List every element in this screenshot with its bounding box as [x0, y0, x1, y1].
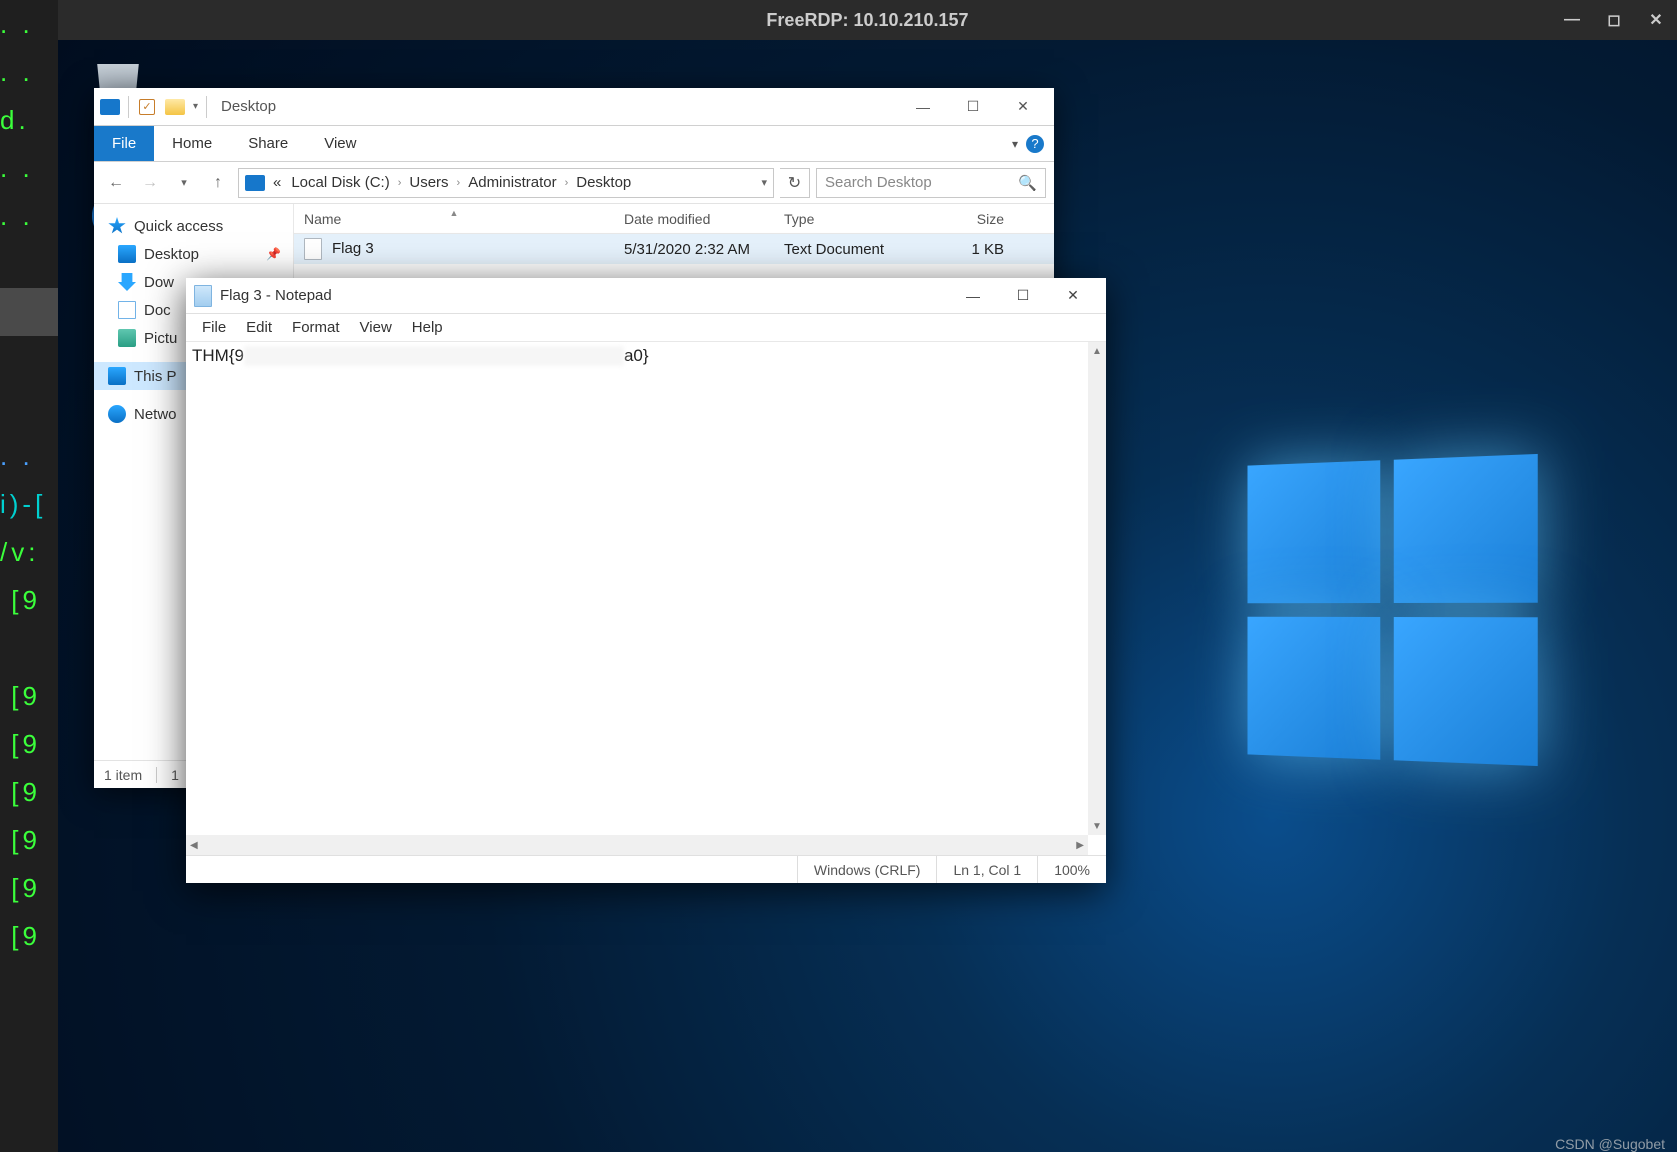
notepad-close-icon[interactable]: ✕ — [1048, 279, 1098, 313]
help-icon[interactable]: ? — [1026, 135, 1044, 153]
content-suffix: a0} — [624, 346, 649, 365]
qat-folder-icon[interactable] — [165, 97, 185, 117]
explorer-close-icon[interactable]: ✕ — [998, 89, 1048, 125]
search-icon: 🔍 — [1018, 174, 1037, 192]
col-size[interactable]: Size — [924, 211, 1014, 227]
close-icon[interactable]: ✕ — [1635, 0, 1677, 40]
menu-edit[interactable]: Edit — [236, 316, 282, 339]
column-headers: ▲Name Date modified Type Size — [294, 204, 1054, 234]
scrollbar-vertical[interactable]: ▲▼ — [1088, 342, 1106, 835]
explorer-title: Desktop — [221, 98, 276, 115]
sort-asc-icon: ▲ — [450, 208, 459, 218]
col-date[interactable]: Date modified — [614, 211, 774, 227]
minimize-icon[interactable]: — — [1551, 0, 1593, 40]
qat-dropdown-icon[interactable]: ▾ — [193, 101, 198, 112]
tab-view[interactable]: View — [306, 126, 374, 161]
col-type[interactable]: Type — [774, 211, 924, 227]
status-encoding: Windows (CRLF) — [797, 856, 937, 883]
thispc-icon — [100, 97, 120, 117]
tab-share[interactable]: Share — [230, 126, 306, 161]
pin-icon: 📌 — [266, 247, 281, 261]
status-cursor-pos: Ln 1, Col 1 — [936, 856, 1037, 883]
content-prefix: THM{9 — [192, 346, 244, 365]
crumb-drive[interactable]: Local Disk (C:) — [289, 174, 391, 191]
freerdp-titlebar[interactable]: FreeRDP: 10.10.210.157 — ◻ ✕ — [58, 0, 1677, 40]
search-placeholder: Search Desktop — [825, 174, 932, 191]
crumb-users[interactable]: Users — [407, 174, 450, 191]
freerdp-title: FreeRDP: 10.10.210.157 — [766, 10, 968, 31]
scrollbar-horizontal[interactable]: ◀▶ — [186, 835, 1088, 855]
nav-up-icon[interactable]: ↑ — [204, 169, 232, 197]
notepad-window[interactable]: Flag 3 - Notepad — ☐ ✕ File Edit Format … — [186, 278, 1106, 883]
file-size: 1 KB — [924, 241, 1014, 258]
menu-view[interactable]: View — [350, 316, 402, 339]
scroll-left-icon[interactable]: ◀ — [190, 840, 198, 851]
freerdp-window: FreeRDP: 10.10.210.157 — ◻ ✕ Rec Mi ✓ ▾ — [58, 0, 1677, 1152]
breadcrumb-drop-icon[interactable]: ▾ — [761, 176, 767, 189]
notepad-title: Flag 3 - Notepad — [220, 287, 332, 304]
status-sel-count: 1 — [171, 767, 179, 783]
col-name[interactable]: ▲Name — [294, 211, 614, 227]
ribbon-collapse-icon[interactable]: ▾ — [1012, 137, 1018, 151]
maximize-icon[interactable]: ◻ — [1593, 0, 1635, 40]
notepad-text-area[interactable]: THM{9a0} ▲▼ ◀▶ — [186, 342, 1106, 855]
downloads-icon — [118, 273, 136, 291]
windows-logo — [1248, 454, 1538, 766]
file-name: Flag 3 — [332, 240, 374, 257]
explorer-ribbon: File Home Share View ▾ ? — [94, 126, 1054, 162]
status-zoom: 100% — [1037, 856, 1106, 883]
desktop-icon — [118, 245, 136, 263]
sidebar-item-quick-access[interactable]: Quick access — [94, 212, 293, 240]
notepad-maximize-icon[interactable]: ☐ — [998, 279, 1048, 313]
search-input[interactable]: Search Desktop 🔍 — [816, 168, 1046, 198]
notepad-minimize-icon[interactable]: — — [948, 279, 998, 313]
scroll-down-icon[interactable]: ▼ — [1088, 817, 1106, 835]
qat-props-icon[interactable]: ✓ — [137, 97, 157, 117]
explorer-address-bar: ← → ▾ ↑ « Local Disk (C:)› Users› Admini… — [94, 162, 1054, 204]
explorer-maximize-icon[interactable]: ☐ — [948, 89, 998, 125]
file-type: Text Document — [774, 241, 924, 258]
table-row[interactable]: Flag 3 5/31/2020 2:32 AM Text Document 1… — [294, 234, 1054, 264]
pictures-icon — [118, 329, 136, 347]
notepad-menu-bar: File Edit Format View Help — [186, 314, 1106, 342]
crumb-admin[interactable]: Administrator — [466, 174, 558, 191]
redacted-flag-content — [244, 346, 624, 366]
pc-icon — [108, 367, 126, 385]
drive-icon — [245, 175, 265, 191]
star-icon — [108, 217, 126, 235]
tab-file[interactable]: File — [94, 126, 154, 161]
explorer-titlebar[interactable]: ✓ ▾ Desktop — ☐ ✕ — [94, 88, 1054, 126]
notepad-titlebar[interactable]: Flag 3 - Notepad — ☐ ✕ — [186, 278, 1106, 314]
host-terminal: . . . . d. . . . . . . i)-[ /v: [9 [9 [9… — [0, 0, 58, 1152]
breadcrumb[interactable]: « Local Disk (C:)› Users› Administrator›… — [238, 168, 774, 198]
menu-file[interactable]: File — [192, 316, 236, 339]
notepad-status-bar: Windows (CRLF) Ln 1, Col 1 100% — [186, 855, 1106, 883]
csdn-watermark: CSDN @Sugobet — [1555, 1136, 1665, 1152]
text-file-icon — [304, 238, 322, 260]
documents-icon — [118, 301, 136, 319]
network-icon — [108, 405, 126, 423]
tab-home[interactable]: Home — [154, 126, 230, 161]
crumb-desktop[interactable]: Desktop — [574, 174, 633, 191]
status-item-count: 1 item — [104, 767, 142, 783]
menu-help[interactable]: Help — [402, 316, 453, 339]
file-date: 5/31/2020 2:32 AM — [614, 241, 774, 258]
nav-forward-icon[interactable]: → — [136, 169, 164, 197]
windows-desktop[interactable]: Rec Mi ✓ ▾ Desktop — ☐ ✕ — [58, 40, 1677, 1152]
refresh-icon[interactable]: ↻ — [780, 168, 810, 198]
explorer-minimize-icon[interactable]: — — [898, 89, 948, 125]
sidebar-item-desktop[interactable]: Desktop📌 — [94, 240, 293, 268]
nav-back-icon[interactable]: ← — [102, 169, 130, 197]
scroll-right-icon[interactable]: ▶ — [1076, 840, 1084, 851]
scroll-up-icon[interactable]: ▲ — [1088, 342, 1106, 360]
notepad-icon — [194, 285, 212, 307]
nav-recent-icon[interactable]: ▾ — [170, 169, 198, 197]
menu-format[interactable]: Format — [282, 316, 350, 339]
